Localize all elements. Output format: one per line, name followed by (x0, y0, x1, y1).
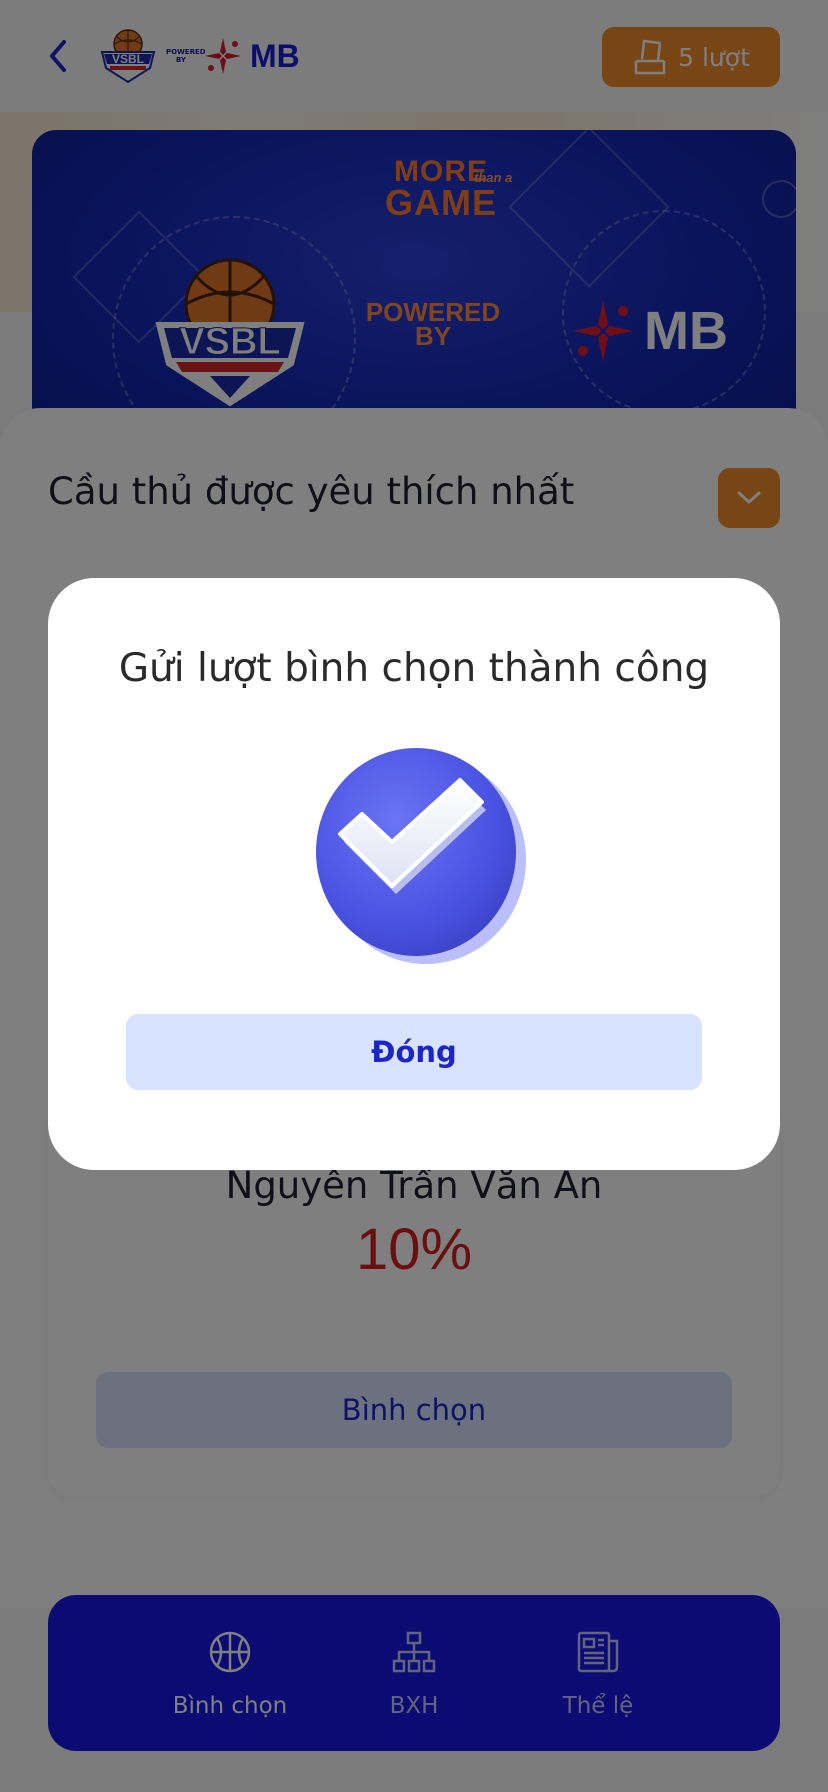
success-check-icon (316, 748, 526, 964)
dialog-title: Gửi lượt bình chọn thành công (118, 646, 710, 691)
success-dialog: Gửi lượt bình chọn thành công Đóng (48, 578, 780, 1170)
close-button[interactable]: Đóng (126, 1014, 702, 1090)
